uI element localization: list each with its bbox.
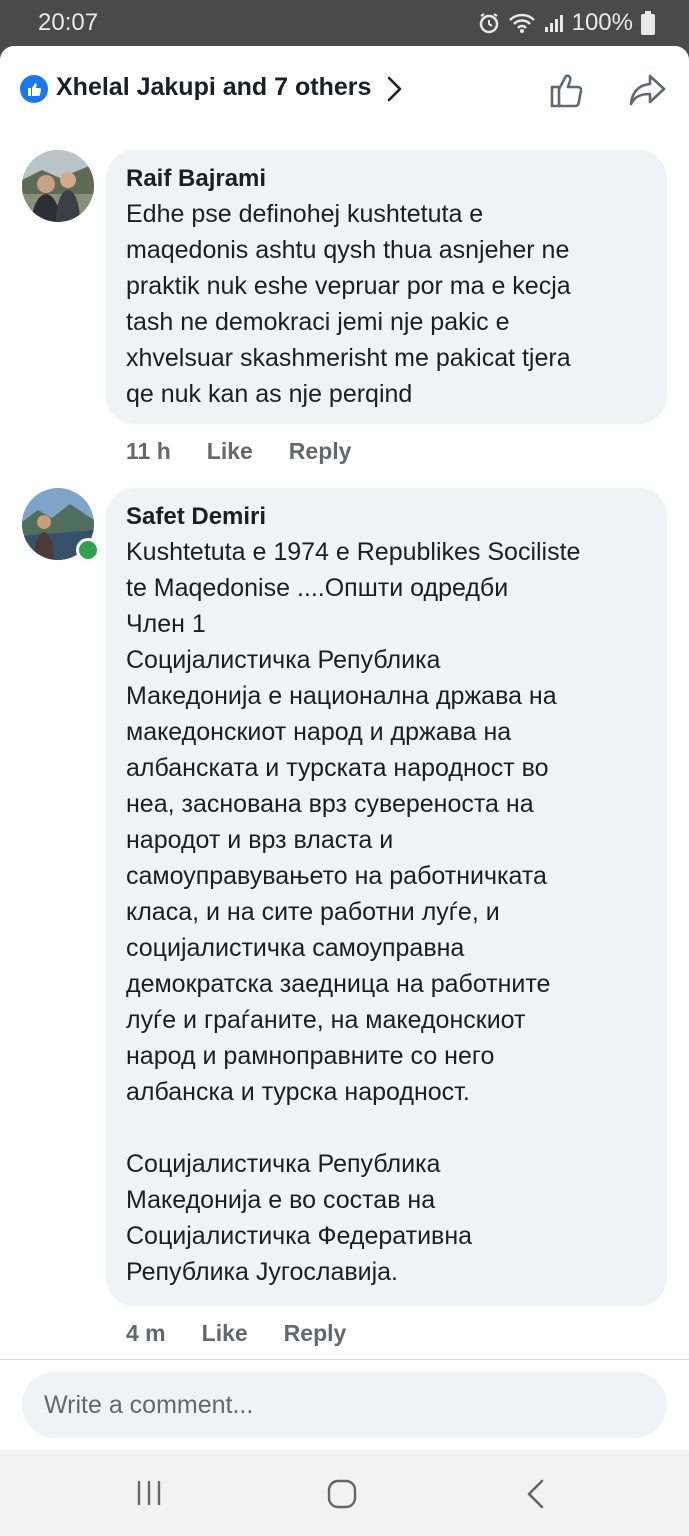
comment-bubble[interactable]: Safet Demiri Kushtetuta e 1974 e Republi…	[106, 488, 667, 1306]
status-time: 20:07	[38, 9, 99, 36]
divider	[0, 1359, 689, 1360]
signal-icon	[544, 13, 564, 33]
reactions-row[interactable]: Xhelal Jakupi and 7 others	[0, 46, 689, 136]
reply-link[interactable]: Reply	[284, 1320, 347, 1347]
composer-placeholder[interactable]: Write a comment...	[44, 1391, 253, 1420]
online-status-dot	[76, 538, 100, 562]
comment-text: Kushtetuta e 1974 e Republikes Sociliste…	[126, 538, 581, 1286]
share-icon[interactable]	[628, 72, 668, 113]
avatar[interactable]	[22, 150, 94, 222]
navigation-bar	[0, 1450, 689, 1536]
thumbs-up-icon[interactable]	[548, 70, 588, 115]
comment-time[interactable]: 4 m	[126, 1320, 166, 1347]
reply-link[interactable]: Reply	[289, 438, 352, 465]
comment-bubble[interactable]: Raif Bajrami Edhe pse definohej kushtetu…	[106, 150, 667, 424]
status-icons: 100%	[478, 9, 655, 37]
like-link[interactable]: Like	[202, 1320, 248, 1347]
comment-composer-input[interactable]: Write a comment...	[22, 1372, 667, 1438]
chevron-right-icon[interactable]	[384, 74, 404, 109]
comment-author[interactable]: Safet Demiri	[126, 502, 647, 532]
battery-icon	[641, 11, 655, 35]
comment-text: Edhe pse definohej kushtetuta e maqedoni…	[126, 200, 571, 408]
alarm-icon	[478, 12, 500, 34]
reactors-text[interactable]: Xhelal Jakupi and 7 others	[56, 73, 371, 102]
comment-actions: 11 h Like Reply	[126, 438, 351, 465]
battery-label: 100%	[571, 9, 633, 36]
comment-actions: 4 m Like Reply	[126, 1320, 346, 1347]
comment-author[interactable]: Raif Bajrami	[126, 164, 647, 194]
back-icon[interactable]	[524, 1478, 548, 1515]
comment-time[interactable]: 11 h	[126, 438, 171, 465]
home-icon[interactable]	[326, 1478, 358, 1515]
status-bar: 20:07 100%	[0, 0, 689, 46]
like-link[interactable]: Like	[207, 438, 253, 465]
recent-apps-icon[interactable]	[134, 1478, 164, 1513]
comments-sheet: Xhelal Jakupi and 7 others Raif Bajrami	[0, 46, 689, 1450]
wifi-icon	[508, 12, 536, 34]
like-badge-icon	[20, 75, 48, 103]
